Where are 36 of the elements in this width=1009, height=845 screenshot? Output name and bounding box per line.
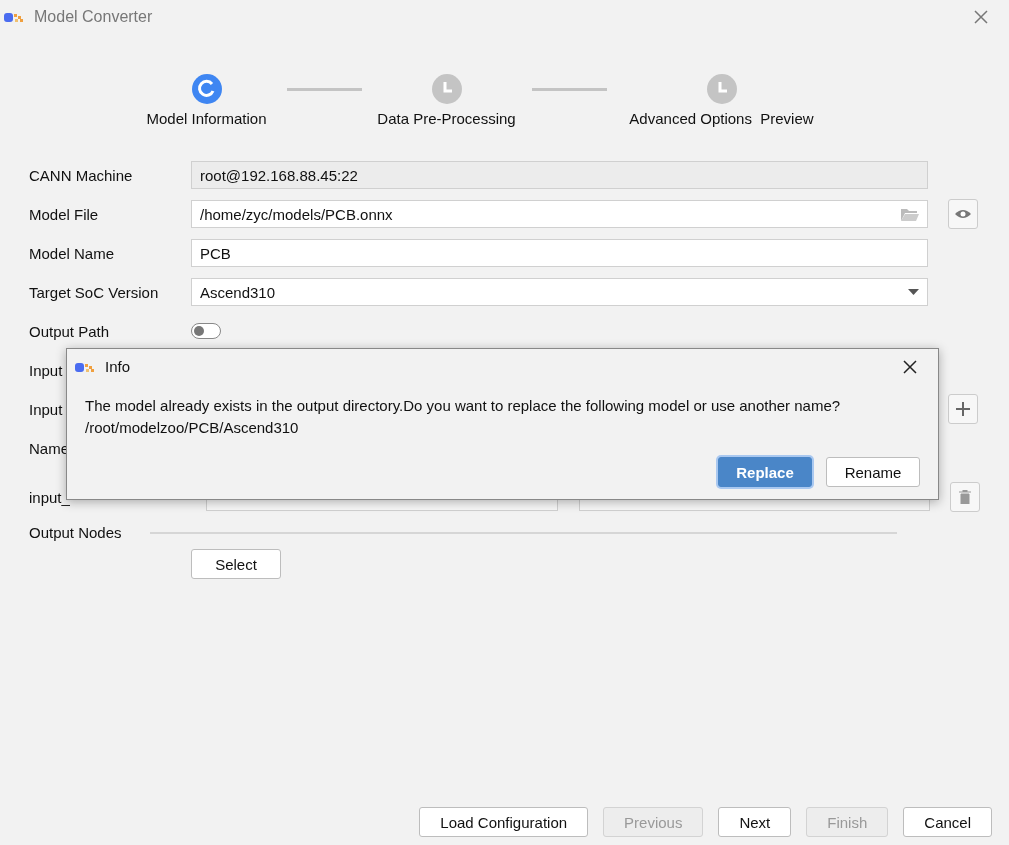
step-label: Data Pre-Processing (377, 110, 516, 127)
section-label: Output Nodes (29, 524, 122, 541)
app-logo-icon (4, 10, 26, 24)
field-label: Input (29, 361, 63, 379)
add-button[interactable] (948, 394, 978, 424)
field-label: Model File (29, 205, 99, 223)
field-label: CANN Machine (29, 166, 133, 184)
step-label: Advanced Options Preview (629, 110, 814, 127)
dropdown-caret-icon (908, 289, 919, 295)
field-label: Model Name (29, 244, 115, 262)
footer-button[interactable]: Cancel (903, 807, 992, 837)
footer-button[interactable]: Next (718, 807, 792, 837)
step-label: Model Information (146, 110, 267, 127)
preview-button[interactable] (948, 199, 978, 229)
file-field[interactable]: /home/zyc/models/PCB.onnx (191, 200, 928, 228)
dialog-close-button[interactable] (902, 358, 918, 375)
delete-button[interactable] (950, 482, 980, 512)
select-field[interactable]: Ascend310 (191, 278, 928, 306)
field-label: Output Path (29, 322, 110, 340)
dialog-title: Info (105, 358, 132, 375)
toggle-switch[interactable] (191, 323, 221, 339)
close-button[interactable] (973, 9, 989, 25)
field-label: Input (29, 400, 63, 418)
eye-icon (955, 209, 971, 219)
text-field[interactable]: PCB (191, 239, 928, 267)
field-label: input_ (29, 488, 70, 506)
dialog-message: The model already exists in the output directory.Do you want to replace the following model or use another name? /root/modelzoo/PCB/Ascend310 (85, 396, 842, 438)
footer-button[interactable]: Load Configuration (419, 807, 589, 837)
select-button[interactable]: Select (191, 549, 281, 579)
readonly-field: root@192.168.88.45:22 (191, 161, 928, 189)
dialog-button[interactable]: Rename (826, 457, 920, 487)
window-title: Model Converter (34, 8, 154, 26)
field-label: Target SoC Version (29, 283, 159, 301)
plus-icon (956, 402, 970, 416)
dialog-button[interactable]: Replace (718, 457, 812, 487)
trash-icon (959, 490, 971, 504)
